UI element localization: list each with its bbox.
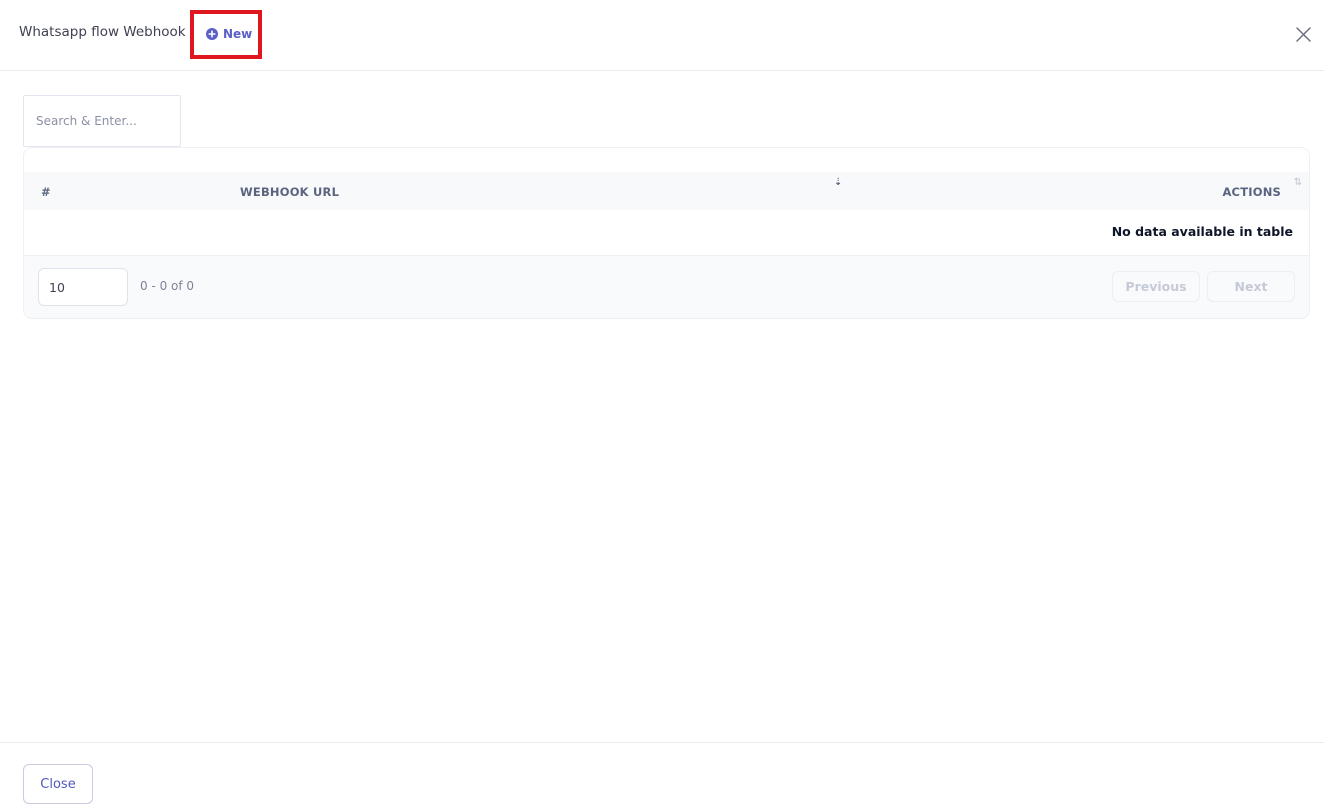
previous-button[interactable]: Previous xyxy=(1112,271,1200,302)
table-pagination: 0 - 0 of 0 Previous Next xyxy=(24,256,1309,318)
modal-footer: Close xyxy=(0,742,1324,804)
empty-state-text: No data available in table xyxy=(1111,224,1293,239)
column-header-actions[interactable]: ACTIONS xyxy=(1222,185,1281,199)
search-input[interactable] xyxy=(23,95,181,147)
new-button[interactable]: New xyxy=(206,27,252,41)
sort-both-icon[interactable]: ⇅ xyxy=(1294,178,1302,188)
page-size-select[interactable] xyxy=(38,268,128,306)
close-icon[interactable] xyxy=(1295,26,1312,43)
pagination-range: 0 - 0 of 0 xyxy=(140,279,195,293)
modal-title: Whatsapp flow Webhook xyxy=(19,24,186,40)
modal-header: Whatsapp flow Webhook New xyxy=(0,0,1324,71)
column-header-webhook-url[interactable]: WEBHOOK URL xyxy=(240,185,339,199)
new-button-highlight: New xyxy=(190,10,262,59)
webhook-table: # WEBHOOK URL ⇣ ACTIONS ⇅ No data availa… xyxy=(23,147,1310,319)
table-empty-row: No data available in table xyxy=(24,210,1309,256)
close-button[interactable]: Close xyxy=(23,764,93,804)
new-button-label: New xyxy=(223,27,253,41)
table-header: # WEBHOOK URL ⇣ ACTIONS ⇅ xyxy=(24,172,1309,210)
plus-circle-icon xyxy=(206,28,218,40)
next-button[interactable]: Next xyxy=(1207,271,1295,302)
sort-desc-icon[interactable]: ⇣ xyxy=(834,178,842,188)
column-header-number[interactable]: # xyxy=(41,185,51,199)
